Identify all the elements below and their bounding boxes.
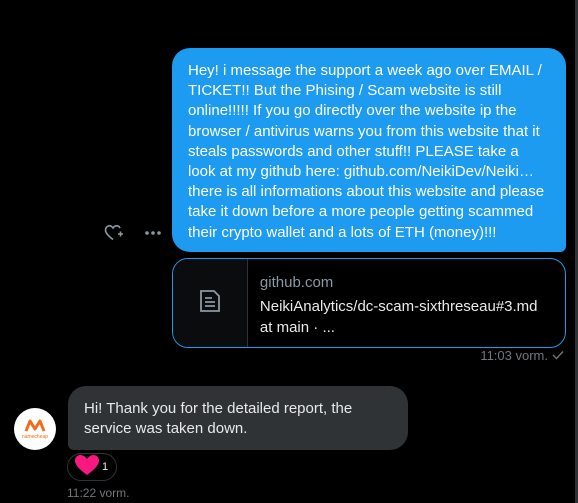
outgoing-message-text: Hey! i message the support a week ago ov… (188, 62, 545, 241)
reaction-badge[interactable]: 1 (67, 453, 117, 481)
message-actions (104, 224, 162, 242)
more-icon[interactable] (144, 230, 162, 236)
outgoing-message-bubble: Hey! i message the support a week ago ov… (172, 48, 566, 252)
incoming-message-text: Hi! Thank you for the detailed report, t… (84, 400, 353, 437)
check-icon (552, 348, 564, 363)
heart-icon (74, 454, 100, 481)
reaction-count: 1 (102, 461, 109, 473)
link-thumbnail (173, 259, 248, 347)
avatar[interactable]: namecheap (14, 408, 56, 450)
heart-plus-icon[interactable] (104, 224, 124, 242)
link-title: NeikiAnalytics/dc-scam-sixthreseau#3.md … (259, 298, 538, 336)
incoming-message-bubble: Hi! Thank you for the detailed report, t… (68, 386, 408, 450)
incoming-time: 11:22 vorm. (67, 486, 130, 500)
namecheap-logo (24, 419, 46, 432)
link-domain: github.com (259, 274, 334, 291)
link-preview-card[interactable]: github.com NeikiAnalytics/dc-scam-sixthr… (172, 258, 566, 348)
outgoing-timestamp-row: 11:03 vorm. (480, 348, 564, 363)
outgoing-time: 11:03 vorm. (480, 348, 548, 363)
document-icon (197, 288, 223, 319)
avatar-label: namecheap (21, 433, 49, 440)
